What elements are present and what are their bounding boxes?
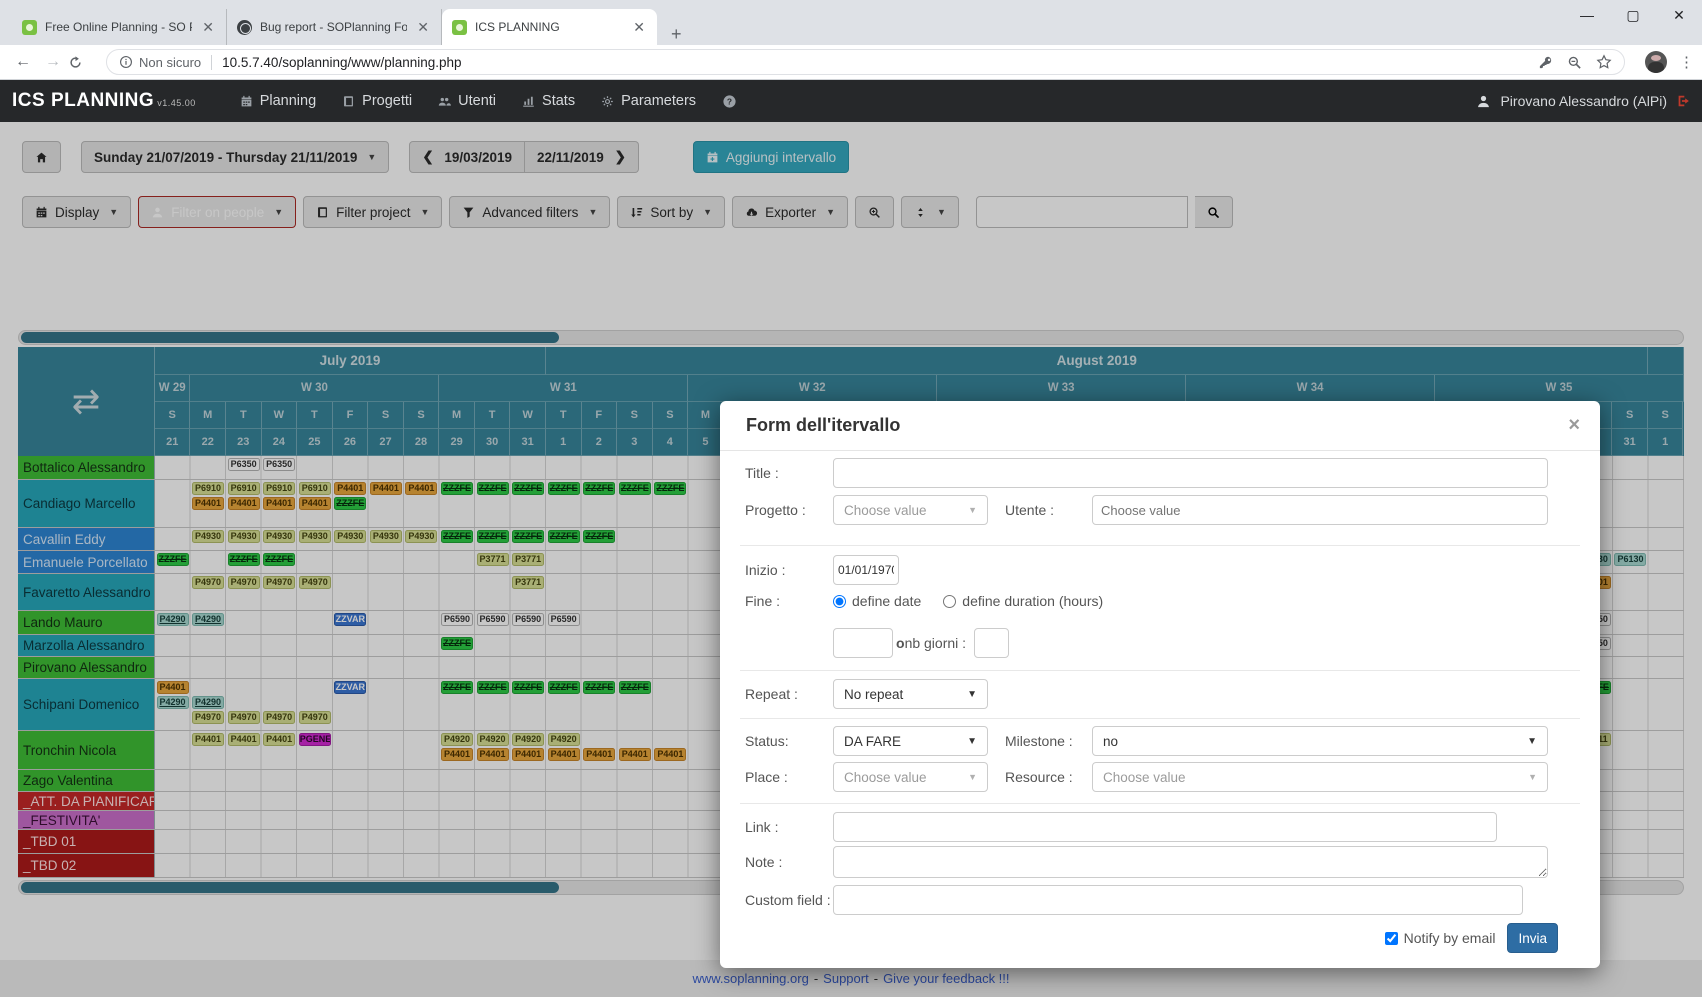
repeat-field-label: Repeat : [745,686,833,702]
users-icon [438,95,451,108]
interval-form-modal: Form dell'itervallo × Title : Progetto :… [720,401,1600,968]
define-date-radio[interactable]: define date [833,593,921,609]
browser-tab-strip: Free Online Planning - SO Planning✕Bug r… [0,0,1702,45]
modal-title: Form dell'itervallo [746,415,900,436]
app-version: v1.45.00 [157,98,196,108]
tab-title: Bug report - SOPlanning Forum [260,20,407,34]
repeat-select[interactable]: No repeat▼ [833,679,988,709]
app-viewport: ICS PLANNINGv1.45.00 Planning Progetti Ute… [0,80,1702,997]
title-input[interactable] [833,458,1548,488]
progetto-select[interactable]: Choose value▼ [833,495,988,525]
nav-item-progetti[interactable]: Progetti [342,93,412,109]
nav-item-planning[interactable]: Planning [240,93,316,109]
notify-checkbox-input[interactable] [1385,932,1398,945]
address-bar[interactable]: Non sicuro 10.5.7.40/soplanning/www/plan… [106,49,1625,75]
globe-favicon-icon [237,20,252,35]
soplanning-favicon-icon [22,20,37,35]
window-minimize-button[interactable]: — [1564,0,1610,34]
title-field-label: Title : [745,465,833,481]
place-select[interactable]: Choose value▼ [833,762,988,792]
milestone-field-label: Milestone : [1005,733,1092,749]
nav-item-parameters[interactable]: Parameters [601,93,696,109]
link-input[interactable] [833,812,1497,842]
nb-giorni-input[interactable] [974,628,1009,658]
nav-item-utenti[interactable]: Utenti [438,93,496,109]
calendar-icon [240,95,253,108]
logged-user-name[interactable]: Pirovano Alessandro (AlPi) [1500,93,1667,109]
modal-close-icon[interactable]: × [1568,414,1580,437]
info-icon [119,55,133,69]
nav-item-help[interactable]: ? [722,94,744,109]
stats-icon [522,95,535,108]
place-field-label: Place : [745,769,833,785]
browser-navbar: ← → Non sicuro 10.5.7.40/soplanning/www/… [0,45,1702,80]
forward-icon[interactable]: → [38,53,68,71]
submit-button[interactable]: Invia [1507,923,1558,953]
logout-icon[interactable] [1676,94,1690,108]
window-maximize-button[interactable]: ▢ [1610,0,1656,34]
book-icon [342,95,355,108]
app-header: ICS PLANNINGv1.45.00 Planning Progetti Ute… [0,80,1702,122]
zoom-indicator-icon[interactable] [1567,55,1582,70]
window-close-button[interactable]: ✕ [1656,0,1702,34]
gears-icon [601,95,614,108]
note-field-label: Note : [745,854,833,870]
notify-by-email-checkbox[interactable]: Notify by email [1385,930,1496,946]
back-icon[interactable]: ← [8,53,38,71]
security-indicator[interactable]: Non sicuro [119,55,212,70]
reload-icon[interactable] [68,55,98,70]
browser-tab-1[interactable]: Bug report - SOPlanning Forum ✕ [227,9,442,45]
app-brand: ICS PLANNINGv1.45.00 [12,90,196,112]
tab-close-icon[interactable]: ✕ [631,19,647,36]
inizio-field-label: Inizio : [745,562,833,578]
custom-field-label: Custom field : [745,892,833,908]
nav-item-stats[interactable]: Stats [522,93,575,109]
milestone-select[interactable]: no▼ [1092,726,1548,756]
url-text[interactable]: 10.5.7.40/soplanning/www/planning.php [212,55,1538,70]
resource-select[interactable]: Choose value▼ [1092,762,1548,792]
browser-profile-avatar[interactable] [1645,51,1667,73]
soplanning-favicon-icon [452,20,467,35]
inizio-date-input[interactable] [833,555,899,585]
tab-title: ICS PLANNING [475,20,623,34]
browser-tab-2[interactable]: ICS PLANNING ✕ [442,9,657,45]
fine-date-input[interactable] [833,628,893,658]
status-field-label: Status: [745,733,833,749]
define-duration-radio[interactable]: define duration (hours) [943,593,1103,609]
nb-giorni-label: nb giorni : [905,635,966,651]
note-textarea[interactable] [833,846,1548,878]
bookmark-star-icon[interactable] [1596,54,1612,70]
link-field-label: Link : [745,819,833,835]
utente-select[interactable] [1092,495,1548,525]
status-select[interactable]: DA FARE▼ [833,726,988,756]
security-label: Non sicuro [139,55,201,70]
o-label: o [896,635,905,651]
tab-close-icon[interactable]: ✕ [415,19,431,36]
fine-field-label: Fine : [745,593,833,609]
browser-tab-0[interactable]: Free Online Planning - SO Planning ✕ [12,9,227,45]
resource-field-label: Resource : [1005,769,1092,785]
define-date-radio-input[interactable] [833,595,846,608]
define-duration-radio-input[interactable] [943,595,956,608]
browser-menu-icon[interactable]: ⋮ [1679,53,1694,71]
tab-close-icon[interactable]: ✕ [200,19,216,36]
key-icon[interactable] [1538,55,1553,70]
progetto-field-label: Progetto : [745,502,833,518]
user-icon [1476,94,1491,109]
svg-text:?: ? [727,96,732,106]
question-icon: ? [722,94,737,109]
custom-field-input[interactable] [833,885,1523,915]
utente-field-label: Utente : [1005,502,1092,518]
new-tab-button[interactable]: + [657,24,696,45]
tab-title: Free Online Planning - SO Planning [45,20,192,34]
window-controls: — ▢ ✕ [1564,0,1702,34]
